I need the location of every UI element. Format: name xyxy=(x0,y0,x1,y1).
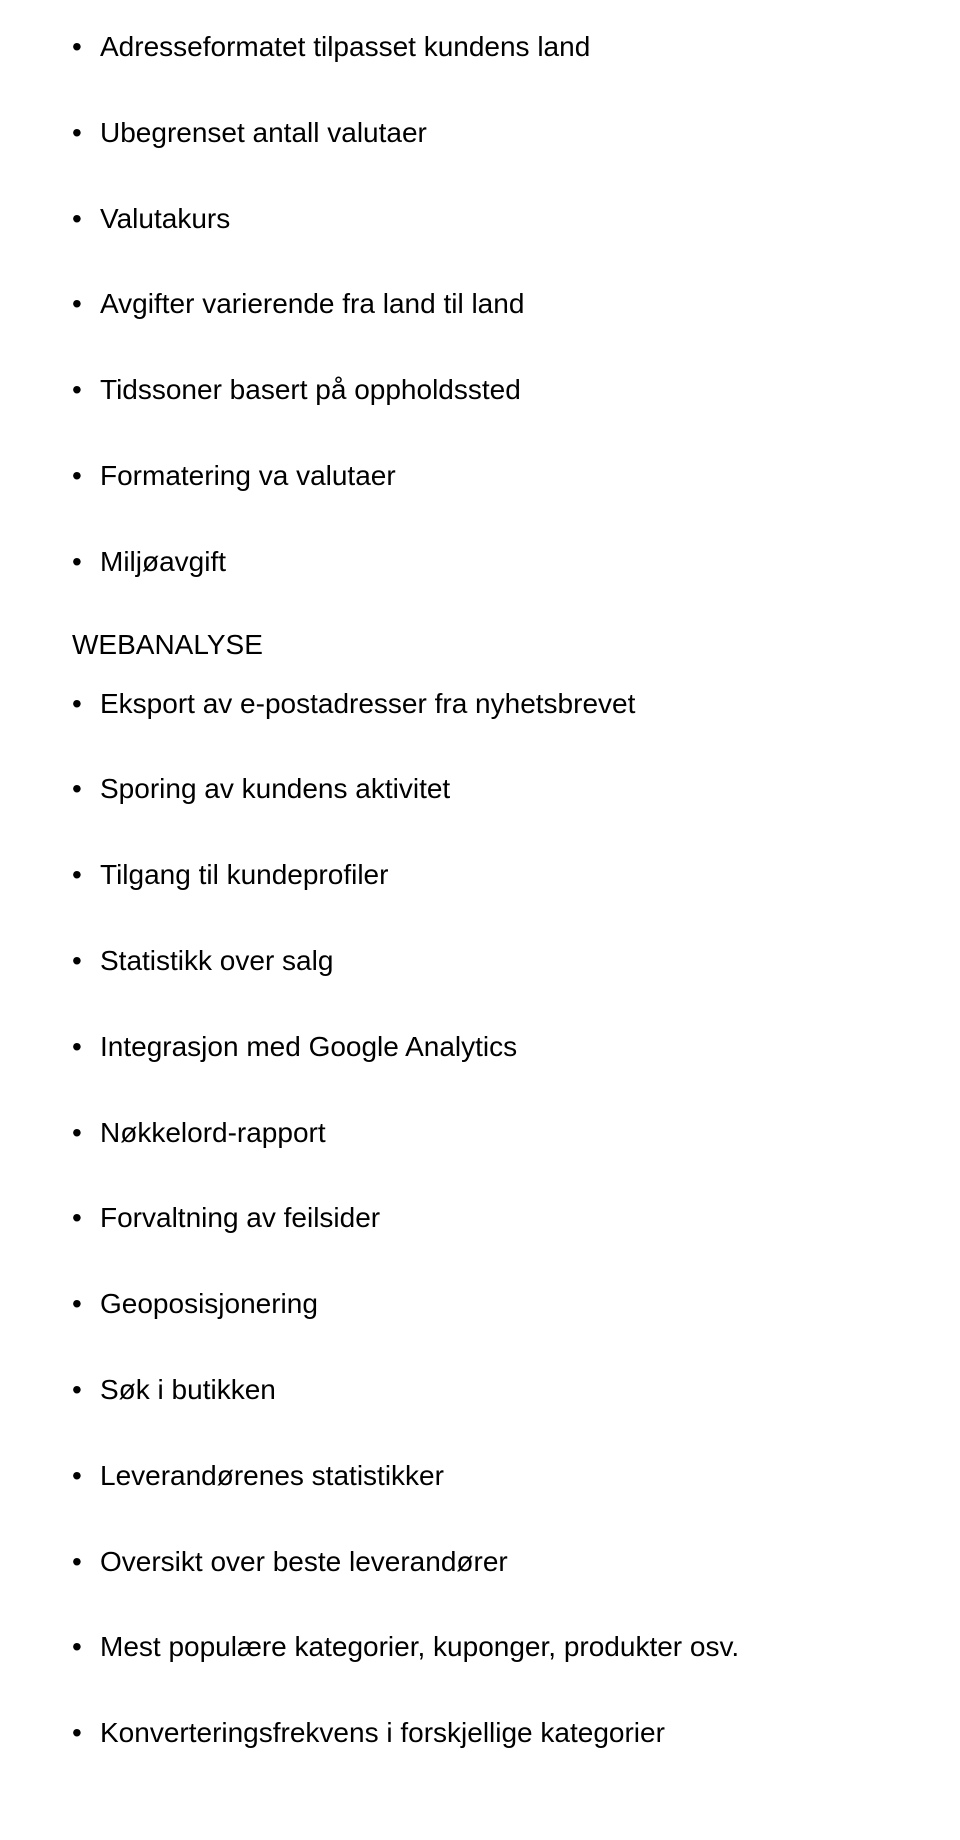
list-item-text: Leverandørenes statistikker xyxy=(100,1460,444,1491)
list-item: Forvaltning av feilsider xyxy=(72,1199,888,1237)
list-item-text: Oversikt over beste leverandører xyxy=(100,1546,508,1577)
list-item-text: Konverteringsfrekvens i forskjellige kat… xyxy=(100,1717,665,1748)
list-item-text: Miljøavgift xyxy=(100,546,226,577)
list-item: Miljøavgift xyxy=(72,543,888,581)
list-item: Valutakurs xyxy=(72,200,888,238)
list-item-text: Ubegrenset antall valutaer xyxy=(100,117,427,148)
list-item-text: Nøkkelord-rapport xyxy=(100,1117,326,1148)
list-item: Sporing av kundens aktivitet xyxy=(72,770,888,808)
list-item: Nøkkelord-rapport xyxy=(72,1114,888,1152)
list-item-text: Formatering va valutaer xyxy=(100,460,396,491)
list-item: Konverteringsfrekvens i forskjellige kat… xyxy=(72,1714,888,1752)
section-heading-webanalyse: WEBANALYSE xyxy=(72,629,888,661)
list-item-text: Statistikk over salg xyxy=(100,945,333,976)
feature-list-2: Eksport av e-postadresser fra nyhetsbrev… xyxy=(72,685,888,1752)
list-item-text: Valutakurs xyxy=(100,203,230,234)
list-item: Ubegrenset antall valutaer xyxy=(72,114,888,152)
list-item-text: Mest populære kategorier, kuponger, prod… xyxy=(100,1631,739,1662)
list-item: Integrasjon med Google Analytics xyxy=(72,1028,888,1066)
list-item: Mest populære kategorier, kuponger, prod… xyxy=(72,1628,888,1666)
list-item: Tilgang til kundeprofiler xyxy=(72,856,888,894)
list-item-text: Eksport av e-postadresser fra nyhetsbrev… xyxy=(100,688,635,719)
list-item-text: Tidssoner basert på oppholdssted xyxy=(100,374,521,405)
list-item-text: Geoposisjonering xyxy=(100,1288,318,1319)
list-item: Geoposisjonering xyxy=(72,1285,888,1323)
list-item-text: Tilgang til kundeprofiler xyxy=(100,859,388,890)
list-item: Søk i butikken xyxy=(72,1371,888,1409)
list-item: Adresseformatet tilpasset kundens land xyxy=(72,28,888,66)
list-item-text: Forvaltning av feilsider xyxy=(100,1202,380,1233)
list-item: Oversikt over beste leverandører xyxy=(72,1543,888,1581)
list-item: Statistikk over salg xyxy=(72,942,888,980)
document-page: Adresseformatet tilpasset kundens land U… xyxy=(0,0,960,1840)
list-item-text: Søk i butikken xyxy=(100,1374,276,1405)
list-item: Eksport av e-postadresser fra nyhetsbrev… xyxy=(72,685,888,723)
list-item-text: Adresseformatet tilpasset kundens land xyxy=(100,31,590,62)
list-item: Formatering va valutaer xyxy=(72,457,888,495)
feature-list-1: Adresseformatet tilpasset kundens land U… xyxy=(72,28,888,581)
list-item: Avgifter varierende fra land til land xyxy=(72,285,888,323)
list-item-text: Sporing av kundens aktivitet xyxy=(100,773,450,804)
list-item-text: Avgifter varierende fra land til land xyxy=(100,288,524,319)
list-item: Tidssoner basert på oppholdssted xyxy=(72,371,888,409)
list-item-text: Integrasjon med Google Analytics xyxy=(100,1031,517,1062)
list-item: Leverandørenes statistikker xyxy=(72,1457,888,1495)
